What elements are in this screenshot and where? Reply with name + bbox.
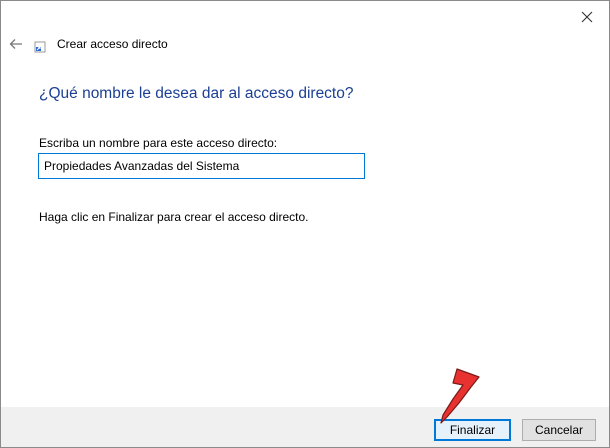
red-arrow-icon <box>440 368 480 424</box>
shortcut-icon <box>34 41 46 53</box>
title-bar <box>1 1 609 33</box>
cancel-button[interactable]: Cancelar <box>522 419 596 441</box>
name-field-label: Escriba un nombre para este acceso direc… <box>39 136 278 150</box>
wizard-title: Crear acceso directo <box>57 37 168 51</box>
page-heading: ¿Qué nombre le desea dar al acceso direc… <box>39 85 354 102</box>
close-button[interactable] <box>567 5 607 29</box>
button-bar <box>1 407 609 447</box>
close-icon <box>581 11 593 23</box>
create-shortcut-window: Crear acceso directo ¿Qué nombre le dese… <box>0 0 610 448</box>
back-arrow-icon <box>9 39 22 49</box>
shortcut-name-input[interactable] <box>38 153 365 179</box>
back-button[interactable] <box>6 35 26 53</box>
instruction-text: Haga clic en Finalizar para crear el acc… <box>39 210 309 224</box>
